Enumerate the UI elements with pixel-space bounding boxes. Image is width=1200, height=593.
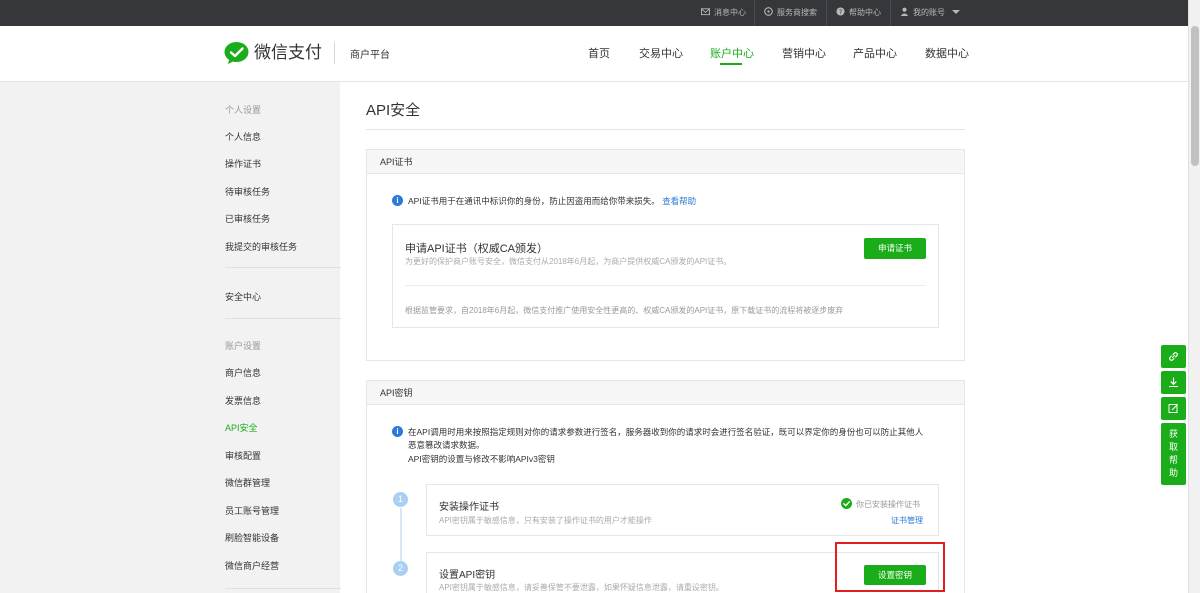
sidebar-item-api-security[interactable]: API安全 <box>225 421 258 434</box>
title-divider <box>366 129 965 130</box>
sidebar <box>0 82 340 593</box>
card-divider <box>405 285 926 286</box>
my-account-label: 我的账号 <box>913 8 945 17</box>
get-help-char: 助 <box>1168 468 1178 478</box>
highlight-annotation <box>835 542 945 592</box>
service-search-link[interactable]: 服务商搜索 <box>764 0 817 26</box>
api-key-panel-header: API密钥 <box>367 381 964 405</box>
message-center-label: 消息中心 <box>714 8 746 17</box>
chevron-down-icon <box>952 10 961 14</box>
sidebar-item-merchant-info[interactable]: 商户信息 <box>225 366 261 379</box>
api-cert-panel-header: API证书 <box>367 150 964 174</box>
step-connector <box>400 508 402 562</box>
sidebar-divider <box>225 588 341 589</box>
compass-icon <box>764 7 773 16</box>
sidebar-item-review-config[interactable]: 审核配置 <box>225 449 261 462</box>
step-number: 2 <box>393 561 408 576</box>
set-api-key-desc: API密钥属于敏感信息，请妥善保管不要泄露，如果怀疑信息泄露，请重设密钥。 <box>439 583 724 592</box>
sidebar-group-personal: 个人设置 <box>225 105 262 115</box>
nav-products[interactable]: 产品中心 <box>853 45 897 61</box>
info-icon: i <box>392 426 403 437</box>
install-cert-desc: API密钥属于敏感信息，只有安装了操作证书的用户才能操作 <box>439 516 652 525</box>
api-cert-info-text: API证书用于在通讯中标识你的身份，防止因盗用而给你带来损失。 <box>408 196 660 206</box>
brand-name: 微信支付 <box>254 43 322 62</box>
sidebar-divider <box>225 318 341 319</box>
link-icon <box>1169 352 1178 361</box>
wechat-pay-logo-icon <box>224 42 249 64</box>
install-cert-card <box>426 484 939 536</box>
topbar-divider <box>826 0 827 26</box>
edit-icon <box>1168 404 1178 413</box>
sidebar-item-security-center[interactable]: 安全中心 <box>225 290 261 303</box>
service-search-label: 服务商搜索 <box>777 8 817 17</box>
header: 微信支付 商户平台 首页 交易中心 账户中心 营销中心 产品中心 数据中心 <box>0 26 1188 82</box>
download-icon <box>1168 377 1179 388</box>
page-title: API安全 <box>366 102 421 119</box>
sidebar-item-wechat-group[interactable]: 微信群管理 <box>225 476 270 489</box>
nav-marketing[interactable]: 营销中心 <box>782 45 826 61</box>
sidebar-item-my-submitted[interactable]: 我提交的审核任务 <box>225 240 297 253</box>
topbar-divider <box>890 0 891 26</box>
share-link-button[interactable] <box>1161 345 1186 368</box>
get-help-button[interactable]: 获 取 帮 助 <box>1161 423 1186 485</box>
sidebar-item-staff-accounts[interactable]: 员工账号管理 <box>225 504 279 517</box>
download-button[interactable] <box>1161 371 1186 394</box>
svg-text:?: ? <box>839 9 842 16</box>
message-center-link[interactable]: 消息中心 <box>701 0 746 26</box>
logo-divider <box>334 42 335 64</box>
apply-cert-desc: 为更好的保护商户账号安全，微信支付从2018年6月起，为商户提供权威CA颁发的A… <box>405 257 732 266</box>
page-scrollbar[interactable] <box>1188 0 1200 593</box>
view-help-link[interactable]: 查看帮助 <box>662 196 696 206</box>
mail-icon <box>701 8 710 16</box>
sidebar-group-account: 账户设置 <box>225 341 262 351</box>
help-center-label: 帮助中心 <box>849 8 881 17</box>
sidebar-item-merchant-ops[interactable]: 微信商户经营 <box>225 559 279 572</box>
install-cert-title: 安装操作证书 <box>439 502 499 513</box>
api-key-info-line1: 在API调用时用来按照指定规则对你的请求参数进行签名，服务器收到你的请求时会进行… <box>408 427 924 437</box>
sidebar-item-face-devices[interactable]: 刷脸智能设备 <box>225 531 279 544</box>
info-icon: i <box>392 195 403 206</box>
get-help-char: 获 <box>1168 429 1178 439</box>
top-bar: 消息中心 服务商搜索 ? 帮助中心 我的账号 <box>0 0 1188 26</box>
my-account-menu[interactable]: 我的账号 <box>900 0 961 26</box>
get-help-char: 取 <box>1168 442 1178 452</box>
topbar-divider <box>754 0 755 26</box>
sidebar-item-operation-cert[interactable]: 操作证书 <box>225 157 261 170</box>
api-key-info-line3: API密钥的设置与修改不影响APIv3密钥 <box>408 454 555 464</box>
scrollbar-thumb[interactable] <box>1191 26 1199 166</box>
api-cert-info: API证书用于在通讯中标识你的身份，防止因盗用而给你带来损失。 查看帮助 <box>408 195 696 207</box>
user-icon <box>900 7 909 16</box>
cert-deprecation-notice: 根据监管要求，自2018年6月起，微信支付推广使用安全性更高的、权威CA颁发的A… <box>405 306 844 315</box>
help-icon: ? <box>836 7 845 16</box>
set-api-key-title: 设置API密钥 <box>439 570 496 581</box>
cert-installed-status: 你已安装操作证书 <box>856 500 920 509</box>
active-nav-indicator <box>720 63 742 65</box>
sidebar-item-personal-info[interactable]: 个人信息 <box>225 130 261 143</box>
platform-name: 商户平台 <box>350 50 390 61</box>
cert-management-link[interactable]: 证书管理 <box>891 515 923 526</box>
feedback-button[interactable] <box>1161 397 1186 420</box>
check-circle-icon <box>841 498 852 509</box>
apply-cert-button[interactable]: 申请证书 <box>864 238 926 259</box>
apply-cert-title: 申请API证书（权威CA颁发） <box>405 243 549 255</box>
nav-data[interactable]: 数据中心 <box>925 45 969 61</box>
sidebar-item-invoice-info[interactable]: 发票信息 <box>225 394 261 407</box>
sidebar-item-reviewed[interactable]: 已审核任务 <box>225 212 270 225</box>
api-key-info-line2: 恶意篡改请求数据。 <box>408 440 485 450</box>
nav-transactions[interactable]: 交易中心 <box>639 45 683 61</box>
help-center-link[interactable]: ? 帮助中心 <box>836 0 881 26</box>
nav-account-center[interactable]: 账户中心 <box>710 45 754 61</box>
step-number: 1 <box>393 492 408 507</box>
sidebar-divider <box>225 267 341 268</box>
nav-home[interactable]: 首页 <box>588 45 610 61</box>
get-help-char: 帮 <box>1168 455 1178 465</box>
sidebar-item-pending-review[interactable]: 待审核任务 <box>225 185 270 198</box>
